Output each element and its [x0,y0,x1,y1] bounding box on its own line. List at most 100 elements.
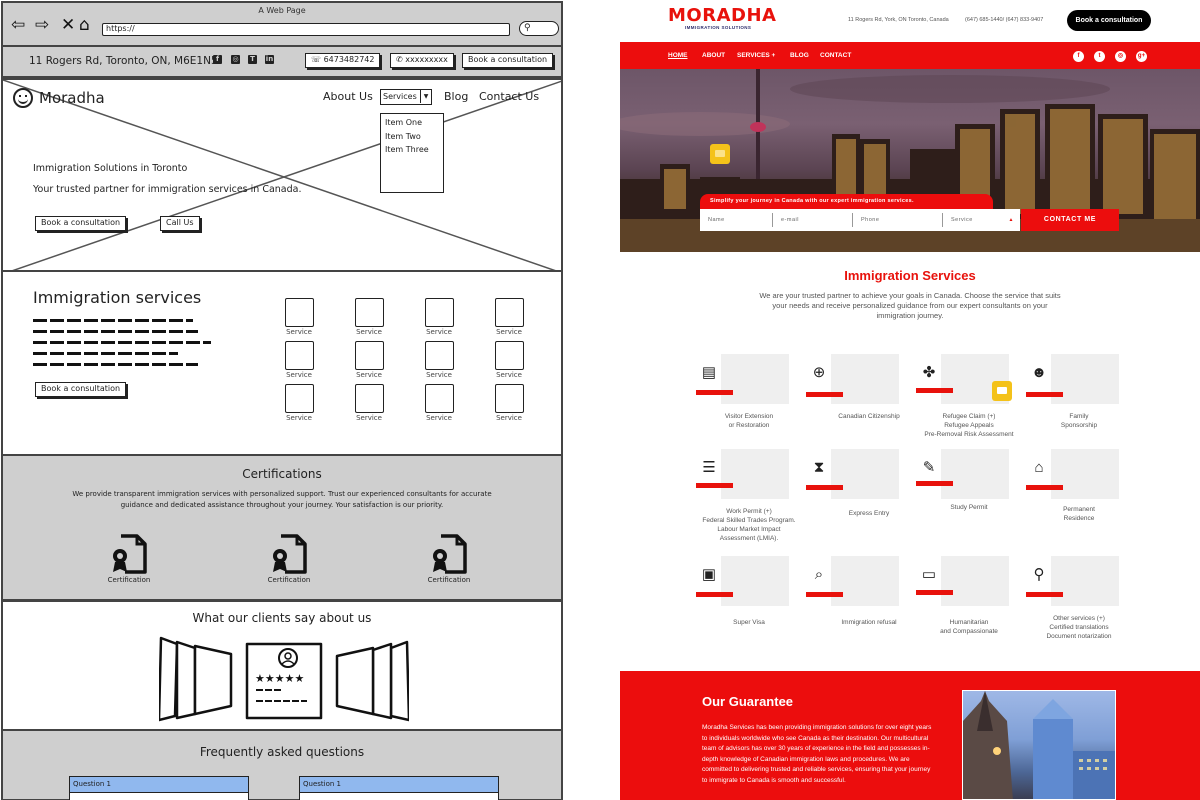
certification-item: Certification [419,532,479,584]
certificate-icon [113,534,147,574]
logo[interactable]: Moradha [13,88,105,108]
whatsapp-number: xxxxxxxxx [405,55,448,64]
wireframe-mockup: A Web Page ⇦ ⇨ ✕ ⌂ https:// ⚲ 11 Rogers … [0,0,565,800]
site-header: MORADHA IMMIGRATION SOLUTIONS 11 Rogers … [620,0,1200,42]
service-tile[interactable]: Service [283,384,315,422]
certification-label: Certification [107,576,151,584]
phone-button[interactable]: ☏ 6473482742 [305,53,381,68]
dropdown-item[interactable]: Item One [385,116,439,130]
nav-blog[interactable]: Blog [444,90,468,103]
chat-widget-icon[interactable] [992,381,1012,401]
hero-title: Immigration Solutions in Toronto [33,163,188,174]
book-consultation-button[interactable]: Book a consultation [1067,10,1151,31]
google-plus-icon[interactable]: g+ [1136,51,1147,62]
instagram-icon[interactable]: ◎ [231,55,240,64]
service-tile[interactable]: Service [353,298,385,336]
design-mockup: MORADHA IMMIGRATION SOLUTIONS 11 Rogers … [620,0,1200,800]
service-tile[interactable]: Service [423,298,455,336]
services-book-button[interactable]: Book a consultation [35,382,127,397]
accent-bar [696,390,733,395]
faq-accordion[interactable]: Question 1 [299,776,499,800]
close-icon[interactable]: ✕ [61,17,75,34]
dropdown-item[interactable]: Item Two [385,130,439,144]
forward-arrow-icon[interactable]: ⇨ [35,17,49,34]
service-label: Service [286,328,312,336]
name-input[interactable]: Name [700,213,772,227]
accent-bar [916,590,953,595]
service-image-placeholder [354,341,384,370]
certification-item: Certification [259,532,319,584]
service-tile[interactable]: Service [423,341,455,379]
service-tile[interactable]: Service [493,341,525,379]
teams-icon[interactable]: T [248,55,257,64]
address-text: 11 Rogers Rd, Toronto, ON, M6E1N5 [29,55,218,67]
nav-contact-us[interactable]: Contact Us [479,90,539,103]
service-tile[interactable]: Service [493,298,525,336]
book-consultation-button[interactable]: Book a consultation [462,53,554,68]
accent-bar [806,392,843,397]
hero-call-button[interactable]: Call Us [160,216,200,231]
hero-tagline: Simplify your journey in Canada with our… [700,194,993,209]
header-phones: (647) 685-1440/ (647) 833-9407 [965,17,1044,23]
nav-contact[interactable]: CONTACT [820,52,851,59]
hero-book-button[interactable]: Book a consultation [35,216,127,231]
faq-accordion[interactable]: Question 1 [69,776,249,800]
service-card-label: Immigration refusal [841,619,897,626]
services-dropdown[interactable]: Services ▼ [380,89,432,105]
hero-banner: Simplify your journey in Canada with our… [620,69,1200,252]
facebook-icon[interactable]: f [213,55,222,64]
services-intro: We are your trusted partner to achieve y… [759,291,1061,320]
services-grid: Service Service Service Service Service Servi… [283,298,543,422]
nav-services[interactable]: SERVICES + [737,52,775,59]
service-image [721,556,789,606]
faq-question[interactable]: Question 1 [300,777,498,793]
nav-blog[interactable]: BLOG [790,52,809,59]
service-tile[interactable]: Service [353,384,385,422]
home-icon[interactable]: ⌂ [79,17,90,34]
service-label: Service [286,371,312,379]
email-input[interactable]: e-mail [772,213,852,227]
service-tile[interactable]: Service [493,384,525,422]
twitter-icon[interactable]: t [1094,51,1105,62]
chat-widget-icon[interactable] [710,144,730,164]
url-input[interactable]: https:// [102,23,510,36]
whatsapp-button[interactable]: ✆ xxxxxxxxx [390,53,454,68]
service-tile[interactable]: Service [353,341,385,379]
nav-about-us[interactable]: About Us [323,90,373,103]
accent-bar [1026,592,1063,597]
house-icon: ⌂ [1034,459,1044,476]
certificate-icon [433,534,467,574]
brand-logo[interactable]: MORADHA IMMIGRATION SOLUTIONS [668,7,776,31]
accent-bar [696,483,733,488]
faq-heading: Frequently asked questions [199,745,365,759]
service-label: Service [286,414,312,422]
guarantee-section: Our Guarantee Moradha Services has been … [620,671,1200,800]
service-image [1051,556,1119,606]
service-tile[interactable]: Service [283,298,315,336]
faq-question[interactable]: Question 1 [70,777,248,793]
smiley-logo-icon [13,88,33,108]
star-rating: ★★★★★ [255,672,304,685]
phone-input[interactable]: Phone [852,213,942,227]
accent-bar [916,388,953,393]
dropdown-item[interactable]: Item Three [385,143,439,157]
testimonial-card: ★★★★★ [255,648,307,702]
service-select[interactable]: Service ▲ [942,213,1020,227]
contact-me-button[interactable]: CONTACT ME [1021,209,1119,231]
study-scroll-icon: ✎ [922,459,936,476]
linkedin-icon[interactable]: in [265,55,274,64]
facebook-icon[interactable]: f [1073,51,1084,62]
search-field[interactable]: ⚲ [519,21,559,36]
service-card-label: Express Entry [848,510,890,517]
main-nav: HOME ABOUT SERVICES + BLOG CONTACT f t ◎… [620,42,1200,69]
instagram-icon[interactable]: ◎ [1115,51,1126,62]
certification-item: Certification [99,532,159,584]
wf-certifications-section: Certifications We provide transparent im… [1,456,563,601]
nav-about[interactable]: ABOUT [702,52,725,59]
accent-bar [806,485,843,490]
nav-home[interactable]: HOME [668,52,688,59]
service-tile[interactable]: Service [423,384,455,422]
phone-icon: ☏ [311,55,322,64]
back-arrow-icon[interactable]: ⇦ [11,17,25,34]
service-tile[interactable]: Service [283,341,315,379]
